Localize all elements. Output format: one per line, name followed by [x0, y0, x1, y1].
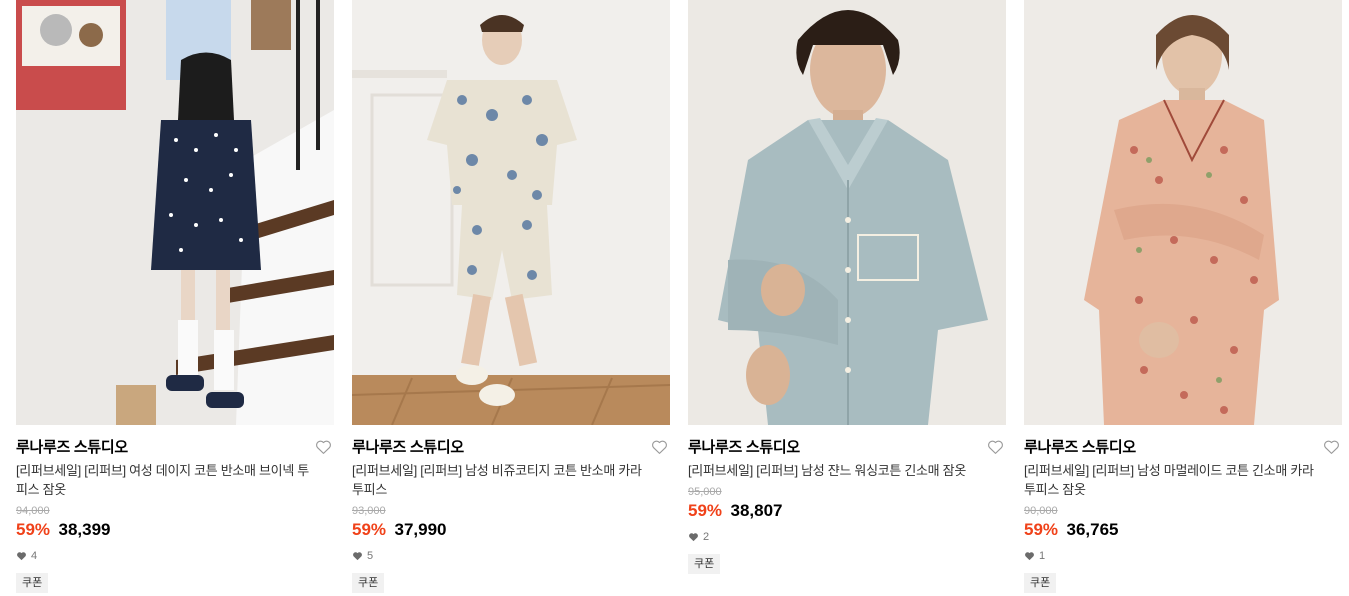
original-price: 94,000 — [16, 505, 50, 517]
coupon-badge: 쿠폰 — [688, 554, 721, 574]
product-grid: 루나루즈 스튜디오 [리퍼브세일] [리퍼브] 여성 데이지 코튼 반소매 브이… — [0, 0, 1349, 596]
heart-filled-icon — [1025, 552, 1034, 561]
product-name[interactable]: [리퍼브세일] [리퍼브] 여성 데이지 코튼 반소매 브이넥 투피스 잠옷 — [16, 461, 316, 499]
product-card[interactable]: 루나루즈 스튜디오 [리퍼브세일] [리퍼브] 여성 데이지 코튼 반소매 브이… — [16, 0, 334, 596]
like-count-value: 5 — [367, 550, 374, 562]
coupon-badge: 쿠폰 — [1024, 573, 1057, 593]
product-image[interactable] — [1024, 0, 1342, 425]
heart-outline-icon[interactable] — [1323, 439, 1340, 455]
like-count: 1 — [1024, 548, 1342, 564]
brand-name[interactable]: 루나루즈 스튜디오 — [352, 438, 670, 458]
heart-outline-icon[interactable] — [987, 439, 1004, 455]
price-row: 59% 38,399 — [16, 519, 334, 541]
price-row: 59% 37,990 — [352, 519, 670, 541]
product-name[interactable]: [리퍼브세일] [리퍼브] 남성 비쥬코티지 코튼 반소매 카라 투피스 — [352, 461, 652, 499]
original-price: 93,000 — [352, 505, 386, 517]
product-name[interactable]: [리퍼브세일] [리퍼브] 남성 쟌느 워싱코튼 긴소매 잠옷 — [688, 461, 988, 480]
like-count-value: 2 — [703, 531, 710, 543]
sale-price: 38,399 — [58, 520, 111, 539]
product-image[interactable] — [352, 0, 670, 425]
sale-price: 36,765 — [1066, 520, 1119, 539]
heart-outline-icon[interactable] — [651, 439, 668, 455]
coupon-badge: 쿠폰 — [352, 573, 385, 593]
heart-outline-icon[interactable] — [315, 439, 332, 455]
product-card[interactable]: 루나루즈 스튜디오 [리퍼브세일] [리퍼브] 남성 마멀레이드 코튼 긴소매 … — [1024, 0, 1342, 596]
brand-name[interactable]: 루나루즈 스튜디오 — [16, 438, 334, 458]
product-photo-man-toile-short-pajama-icon — [352, 0, 670, 425]
brand-name[interactable]: 루나루즈 스튜디오 — [688, 438, 1006, 458]
sale-price: 38,807 — [730, 501, 783, 520]
product-photo-man-floral-pajama-icon — [1024, 0, 1342, 425]
discount-rate: 59% — [16, 520, 51, 539]
heart-filled-icon — [353, 552, 362, 561]
product-name[interactable]: [리퍼브세일] [리퍼브] 남성 마멀레이드 코튼 긴소매 카라 투피스 잠옷 — [1024, 461, 1324, 499]
like-count: 5 — [352, 548, 670, 564]
discount-rate: 59% — [688, 501, 723, 520]
original-price: 90,000 — [1024, 505, 1058, 517]
brand-name[interactable]: 루나루즈 스튜디오 — [1024, 438, 1342, 458]
product-image[interactable] — [688, 0, 1006, 425]
heart-filled-icon — [17, 552, 26, 561]
original-price: 95,000 — [688, 486, 722, 498]
product-card[interactable]: 루나루즈 스튜디오 [리퍼브세일] [리퍼브] 남성 비쥬코티지 코튼 반소매 … — [352, 0, 670, 596]
product-card[interactable]: 루나루즈 스튜디오 [리퍼브세일] [리퍼브] 남성 쟌느 워싱코튼 긴소매 잠… — [688, 0, 1006, 596]
sale-price: 37,990 — [394, 520, 447, 539]
like-count-value: 4 — [31, 550, 38, 562]
discount-rate: 59% — [352, 520, 387, 539]
product-photo-woman-polka-dot-pajama-icon — [16, 0, 334, 425]
like-count: 4 — [16, 548, 334, 564]
coupon-badge: 쿠폰 — [16, 573, 49, 593]
discount-rate: 59% — [1024, 520, 1059, 539]
product-image[interactable] — [16, 0, 334, 425]
heart-filled-icon — [689, 533, 698, 542]
price-row: 59% 36,765 — [1024, 519, 1342, 541]
product-photo-man-blue-long-pajama-icon — [688, 0, 1006, 425]
price-row: 59% 38,807 — [688, 500, 1006, 522]
like-count: 2 — [688, 529, 1006, 545]
like-count-value: 1 — [1039, 550, 1046, 562]
